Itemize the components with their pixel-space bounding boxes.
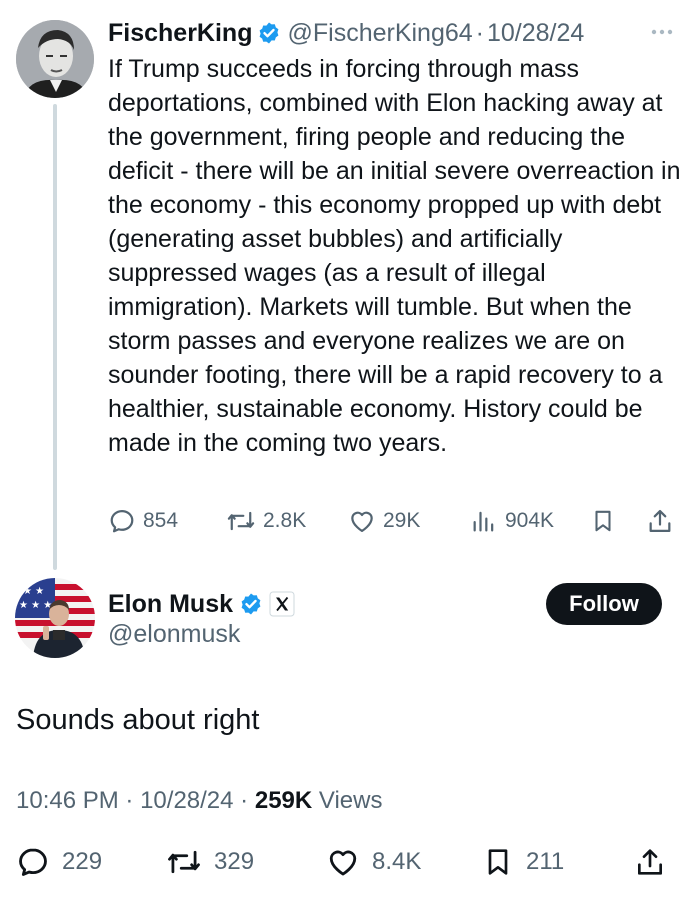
- reply-icon: [16, 845, 62, 879]
- share-button[interactable]: [634, 842, 678, 882]
- separator-dot: ·: [125, 787, 134, 814]
- verified-badge-icon: [239, 592, 263, 616]
- repost-button[interactable]: 329: [166, 842, 254, 882]
- like-icon: [326, 845, 372, 879]
- repost-icon: [226, 507, 263, 535]
- share-icon: [634, 845, 678, 879]
- fischerking-avatar[interactable]: [16, 20, 94, 98]
- author-handle[interactable]: @elonmusk: [108, 620, 240, 649]
- parent-tweet-actions: 854 2.8K 29K 904K: [104, 502, 684, 540]
- share-icon: [646, 507, 681, 535]
- repost-icon: [166, 845, 214, 879]
- reply-tweet-header: Elon Musk: [108, 587, 295, 621]
- author-name[interactable]: FischerKing: [108, 19, 252, 48]
- like-button[interactable]: 8.4K: [326, 842, 421, 882]
- author-handle[interactable]: @FischerKing64: [287, 19, 472, 48]
- views-count: 259K: [254, 787, 313, 814]
- separator-dot: ·: [475, 18, 484, 47]
- tweet-date[interactable]: 10/28/24: [140, 787, 233, 814]
- reply-button[interactable]: 229: [16, 842, 102, 882]
- like-count: 8.4K: [372, 848, 422, 875]
- parent-tweet-header: FischerKing @FischerKing64 · 10/28/24: [108, 16, 584, 50]
- tweet-date[interactable]: 10/28/24: [487, 19, 584, 48]
- like-count: 29K: [383, 509, 421, 532]
- reply-button[interactable]: 854: [108, 502, 178, 540]
- views-count: 904K: [505, 509, 555, 532]
- elonmusk-avatar[interactable]: ★ ★ ★ ★ ★: [15, 578, 95, 658]
- reply-icon: [108, 507, 143, 535]
- reply-tweet-text: Sounds about right: [16, 704, 260, 736]
- svg-text:★ ★ ★: ★ ★ ★: [19, 600, 52, 611]
- bookmark-count: 211: [526, 848, 565, 875]
- follow-button[interactable]: Follow: [546, 583, 662, 625]
- share-button[interactable]: [646, 502, 681, 540]
- bookmark-button[interactable]: 211: [482, 842, 564, 882]
- like-icon: [348, 507, 383, 535]
- views-button[interactable]: 904K: [470, 502, 554, 540]
- verified-badge-icon: [257, 21, 281, 45]
- author-name[interactable]: Elon Musk: [108, 590, 233, 619]
- parent-tweet-text: If Trump succeeds in forcing through mas…: [108, 55, 681, 457]
- svg-text:★ ★: ★ ★: [23, 586, 44, 597]
- more-icon[interactable]: [647, 20, 677, 44]
- repost-count: 329: [214, 848, 255, 875]
- tweet-time[interactable]: 10:46 PM: [16, 787, 119, 814]
- views-label: Views: [318, 787, 383, 814]
- x-logo-icon[interactable]: [269, 591, 295, 617]
- bookmark-button[interactable]: [590, 502, 623, 540]
- bookmark-icon: [482, 845, 526, 879]
- like-button[interactable]: 29K: [348, 502, 420, 540]
- reply-count: 229: [62, 848, 103, 875]
- views-icon: [470, 507, 505, 535]
- separator-dot: ·: [240, 787, 249, 814]
- reply-count: 854: [143, 509, 179, 532]
- bookmark-icon: [590, 507, 623, 535]
- repost-button[interactable]: 2.8K: [226, 502, 306, 540]
- thread-line: [53, 104, 57, 570]
- repost-count: 2.8K: [263, 509, 307, 532]
- tweet-meta: 10:46 PM · 10/28/24 · 259K Views: [16, 787, 382, 815]
- reply-tweet-actions: 229 329 8.4K 211: [16, 842, 676, 882]
